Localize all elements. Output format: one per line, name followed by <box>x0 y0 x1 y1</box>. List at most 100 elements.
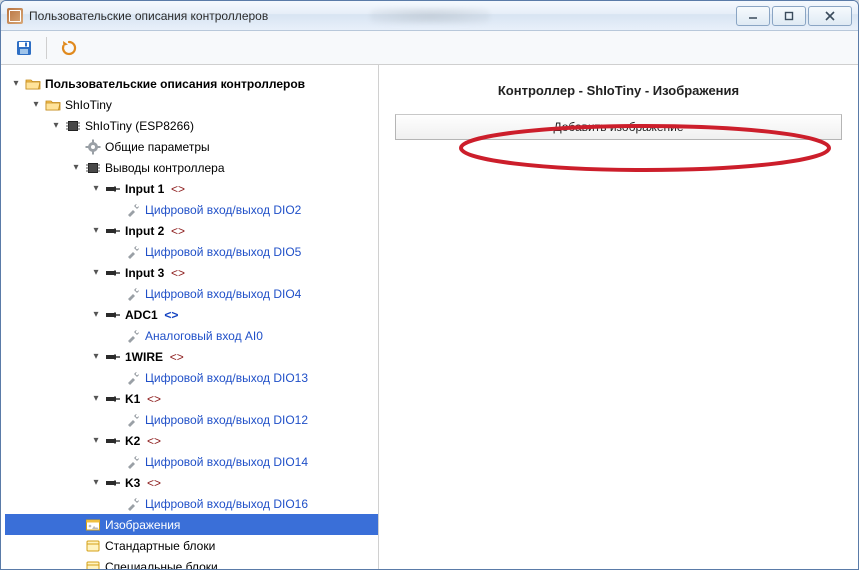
add-image-button[interactable]: Добавить изображение <box>395 114 842 140</box>
tree-pin-label: K1 <> <box>125 392 161 406</box>
chip-icon <box>85 160 101 176</box>
window: Пользовательские описания контроллеров <box>0 0 859 570</box>
titlebar[interactable]: Пользовательские описания контроллеров <box>1 1 858 31</box>
tree-pins[interactable]: ▾ Выводы контроллера <box>5 157 378 178</box>
chevron-down-icon[interactable]: ▾ <box>89 350 103 364</box>
tree-pins-label: Выводы контроллера <box>105 161 225 175</box>
chevron-down-icon[interactable]: ▾ <box>69 161 83 175</box>
images-icon <box>85 517 101 533</box>
tree-pin-label: ADC1 <> <box>125 308 178 322</box>
pin-icon <box>105 223 121 239</box>
tool-icon <box>125 202 141 218</box>
tree-pin[interactable]: ▾ 1WIRE <> <box>5 346 378 367</box>
chevron-down-icon[interactable]: ▾ <box>89 392 103 406</box>
toolbar <box>1 31 858 65</box>
tree-pin-sub[interactable]: ▾Цифровой вход/выход DIO5 <box>5 241 378 262</box>
tree-pin[interactable]: ▾ K3 <> <box>5 472 378 493</box>
tree-pin-sub-label: Аналоговый вход AI0 <box>145 329 263 343</box>
tree-images-label: Изображения <box>105 518 180 532</box>
tool-icon <box>125 286 141 302</box>
tree-pin-label: Input 1 <> <box>125 182 185 196</box>
tree-shiotiny[interactable]: ▾ ShIoTiny <box>5 94 378 115</box>
titlebar-blur <box>370 8 490 24</box>
tree-pin-sub[interactable]: ▾Цифровой вход/выход DIO4 <box>5 283 378 304</box>
chevron-down-icon[interactable]: ▾ <box>49 119 63 133</box>
tree-spec-blocks[interactable]: ▾ Специальные блоки <box>5 556 378 569</box>
chevron-down-icon[interactable]: ▾ <box>89 224 103 238</box>
tree-shiotiny-label: ShIoTiny <box>65 98 112 112</box>
tree-pin[interactable]: ▾ Input 1 <> <box>5 178 378 199</box>
tree-pin-sub[interactable]: ▾Цифровой вход/выход DIO2 <box>5 199 378 220</box>
tool-icon <box>125 496 141 512</box>
tree-pin[interactable]: ▾ K2 <> <box>5 430 378 451</box>
tree-pin-sub[interactable]: ▾Цифровой вход/выход DIO16 <box>5 493 378 514</box>
pin-icon <box>105 349 121 365</box>
tree-controller-label: ShIoTiny (ESP8266) <box>85 119 194 133</box>
tree-root[interactable]: ▾ Пользовательские описания контроллеров <box>5 73 378 94</box>
tree-pin-label: Input 2 <> <box>125 224 185 238</box>
tree-pin-sub[interactable]: ▾Цифровой вход/выход DIO13 <box>5 367 378 388</box>
pin-icon <box>105 265 121 281</box>
window-controls <box>736 6 852 26</box>
chevron-down-icon[interactable]: ▾ <box>29 98 43 112</box>
tree-general-params[interactable]: ▾ Общие параметры <box>5 136 378 157</box>
tree-std-label: Стандартные блоки <box>105 539 215 553</box>
chevron-down-icon[interactable]: ▾ <box>89 476 103 490</box>
chip-icon <box>65 118 81 134</box>
chevron-down-icon[interactable]: ▾ <box>89 434 103 448</box>
tree-pin-label: Input 3 <> <box>125 266 185 280</box>
tree-pin-sub-label: Цифровой вход/выход DIO4 <box>145 287 301 301</box>
tree-pin-sub-label: Цифровой вход/выход DIO5 <box>145 245 301 259</box>
window-title: Пользовательские описания контроллеров <box>29 9 268 23</box>
block-icon <box>85 538 101 554</box>
maximize-button[interactable] <box>772 6 806 26</box>
folder-open-icon <box>25 76 41 92</box>
app-icon <box>7 8 23 24</box>
tool-icon <box>125 412 141 428</box>
close-button[interactable] <box>808 6 852 26</box>
pin-icon <box>105 391 121 407</box>
tree-pin-label: K3 <> <box>125 476 161 490</box>
save-button[interactable] <box>11 35 37 61</box>
tree-images[interactable]: ▾ Изображения <box>5 514 378 535</box>
tree-pin[interactable]: ▾ ADC1 <> <box>5 304 378 325</box>
toolbar-separator <box>46 37 47 59</box>
add-image-label: Добавить изображение <box>553 120 683 134</box>
tree-pin-sub[interactable]: ▾Цифровой вход/выход DIO12 <box>5 409 378 430</box>
tree-pin-sub-label: Цифровой вход/выход DIO16 <box>145 497 308 511</box>
tree-controller[interactable]: ▾ ShIoTiny (ESP8266) <box>5 115 378 136</box>
tree-pin[interactable]: ▾ Input 2 <> <box>5 220 378 241</box>
gear-icon <box>85 139 101 155</box>
tree-pin-sub-label: Цифровой вход/выход DIO13 <box>145 371 308 385</box>
pin-icon <box>105 433 121 449</box>
tool-icon <box>125 454 141 470</box>
chevron-down-icon[interactable]: ▾ <box>89 182 103 196</box>
tree-pin-label: 1WIRE <> <box>125 350 184 364</box>
pin-icon <box>105 307 121 323</box>
refresh-button[interactable] <box>56 35 82 61</box>
content: ▾ Пользовательские описания контроллеров… <box>1 65 858 569</box>
tree-pin-label: K2 <> <box>125 434 161 448</box>
tree-pin-sub[interactable]: ▾Цифровой вход/выход DIO14 <box>5 451 378 472</box>
tree-std-blocks[interactable]: ▾ Стандартные блоки <box>5 535 378 556</box>
tree-spec-label: Специальные блоки <box>105 560 218 570</box>
chevron-down-icon[interactable]: ▾ <box>89 308 103 322</box>
chevron-down-icon[interactable]: ▾ <box>89 266 103 280</box>
pin-icon <box>105 181 121 197</box>
tree-root-label: Пользовательские описания контроллеров <box>45 77 305 91</box>
tool-icon <box>125 328 141 344</box>
tree-pane[interactable]: ▾ Пользовательские описания контроллеров… <box>1 65 379 569</box>
tree-pin-sub[interactable]: ▾Аналоговый вход AI0 <box>5 325 378 346</box>
tree-pin[interactable]: ▾ K1 <> <box>5 388 378 409</box>
chevron-down-icon[interactable]: ▾ <box>9 77 23 91</box>
tree-general-label: Общие параметры <box>105 140 210 154</box>
tree-pin-sub-label: Цифровой вход/выход DIO14 <box>145 455 308 469</box>
tree-pin[interactable]: ▾ Input 3 <> <box>5 262 378 283</box>
folder-open-icon <box>45 97 61 113</box>
detail-pane: Контроллер - ShIoTiny - Изображения Доба… <box>379 65 858 569</box>
minimize-button[interactable] <box>736 6 770 26</box>
tree-pin-sub-label: Цифровой вход/выход DIO2 <box>145 203 301 217</box>
tool-icon <box>125 370 141 386</box>
tree[interactable]: ▾ Пользовательские описания контроллеров… <box>5 73 378 569</box>
panel-title: Контроллер - ShIoTiny - Изображения <box>395 83 842 98</box>
